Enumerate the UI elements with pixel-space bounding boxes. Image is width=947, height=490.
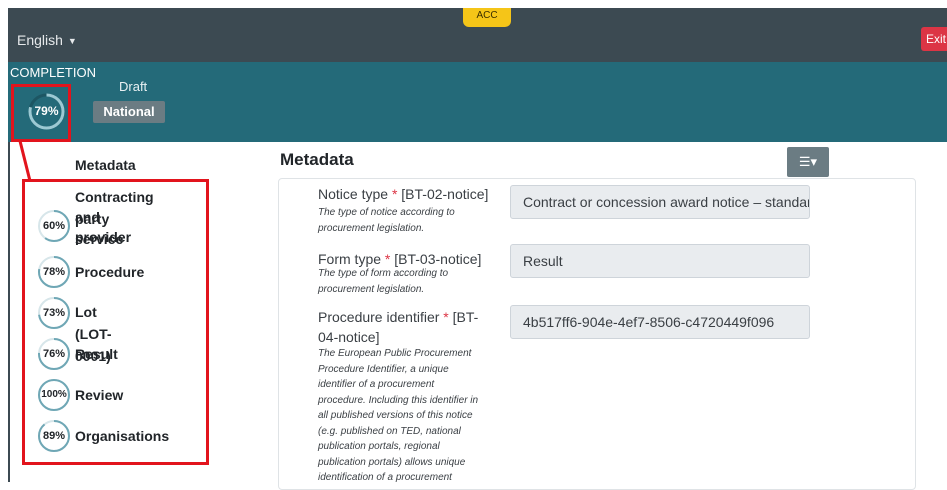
field-label-code: 04-notice] bbox=[318, 329, 380, 345]
help-line: The type of form according to bbox=[318, 268, 449, 279]
section-label: Result bbox=[75, 346, 118, 362]
field-help-procedure-identifier: The European Public Procurement Procedur… bbox=[318, 346, 494, 486]
section-percent: 73% bbox=[42, 307, 66, 319]
section-label: Organisations bbox=[75, 428, 170, 444]
field-label-text: Procedure identifier bbox=[318, 309, 440, 325]
help-line: procedure. Including this identifier in bbox=[318, 394, 479, 406]
section-gauge: 100% bbox=[36, 377, 72, 413]
field-help-notice-type: The type of notice according to procurem… bbox=[318, 205, 494, 236]
completion-label: COMPLETION bbox=[10, 65, 96, 80]
help-line: (e.g. published on TED, national bbox=[318, 425, 461, 437]
sidebar-item-metadata[interactable]: Metadata bbox=[75, 157, 136, 173]
section-percent: 76% bbox=[42, 348, 66, 360]
required-marker: * bbox=[384, 251, 391, 267]
top-bar: English ▼ ACC Exit bbox=[8, 8, 947, 62]
section-gauge: 60% bbox=[36, 208, 72, 244]
field-label-procedure-identifier: Procedure identifier * [BT- 04-notice] bbox=[318, 307, 498, 347]
procedure-identifier-field[interactable]: 4b517ff6-904e-4ef7-8506-c4720449f096 bbox=[510, 305, 810, 339]
exit-button[interactable]: Exit bbox=[921, 27, 947, 51]
help-line: identifier of a procurement bbox=[318, 379, 435, 390]
section-label: Review bbox=[75, 387, 124, 403]
help-line: procurement legislation. bbox=[318, 222, 425, 234]
section-percent: 60% bbox=[42, 220, 66, 232]
section-label: Procedure bbox=[75, 264, 145, 280]
field-label-notice-type: Notice type * [BT-02-notice] bbox=[318, 185, 498, 203]
notice-type-field[interactable]: Contract or concession award notice – st… bbox=[510, 185, 810, 219]
draft-status: Draft bbox=[119, 79, 148, 94]
section-gauge: 89% bbox=[36, 418, 72, 454]
environment-badge: ACC bbox=[463, 8, 511, 27]
required-marker: * bbox=[391, 186, 398, 202]
help-line: identification of a procurement bbox=[318, 472, 452, 483]
field-help-form-type: The type of form according to procuremen… bbox=[318, 266, 494, 297]
help-line: procurement legislation. bbox=[318, 283, 425, 295]
page-title: Metadata bbox=[280, 150, 354, 169]
help-line: The European Public Procurement bbox=[318, 348, 472, 359]
field-label-code: [BT-03-notice] bbox=[394, 251, 482, 267]
section-percent: 89% bbox=[42, 430, 66, 442]
field-label-code: [BT-02-notice] bbox=[401, 186, 489, 202]
field-label-text: Notice type bbox=[318, 186, 389, 202]
caret-down-icon: ▼ bbox=[67, 36, 77, 46]
filter-dropdown-button[interactable]: ☰▾ bbox=[787, 147, 829, 177]
help-line: The type of notice according to bbox=[318, 207, 455, 218]
field-label-code: [BT- bbox=[452, 309, 479, 325]
section-gauge: 78% bbox=[36, 254, 72, 290]
completion-bar: COMPLETION Draft National 79% ☰▾ bbox=[8, 62, 947, 177]
highlight-box-completion bbox=[11, 84, 71, 142]
sliders-icon: ☰▾ bbox=[798, 154, 818, 169]
section-gauge: 73% bbox=[36, 295, 72, 331]
help-line: all published versions of this notice bbox=[318, 410, 473, 421]
required-marker: * bbox=[443, 309, 449, 325]
frame-edge bbox=[8, 142, 10, 482]
form-type-field[interactable]: Result bbox=[510, 244, 810, 278]
help-line: publication portals) allows unique bbox=[318, 456, 466, 468]
section-percent: 100% bbox=[41, 389, 67, 400]
help-line: Procedure Identifier, a unique bbox=[318, 363, 449, 375]
section-percent: 78% bbox=[42, 266, 66, 278]
field-label-text: Form type bbox=[318, 251, 382, 267]
section-label-line: provider bbox=[75, 229, 132, 245]
language-selector[interactable]: English ▼ bbox=[17, 32, 77, 48]
national-badge: National bbox=[93, 101, 165, 123]
language-label: English bbox=[17, 32, 63, 48]
help-line: publication portals, regional bbox=[318, 441, 440, 452]
section-gauge: 76% bbox=[36, 336, 72, 372]
